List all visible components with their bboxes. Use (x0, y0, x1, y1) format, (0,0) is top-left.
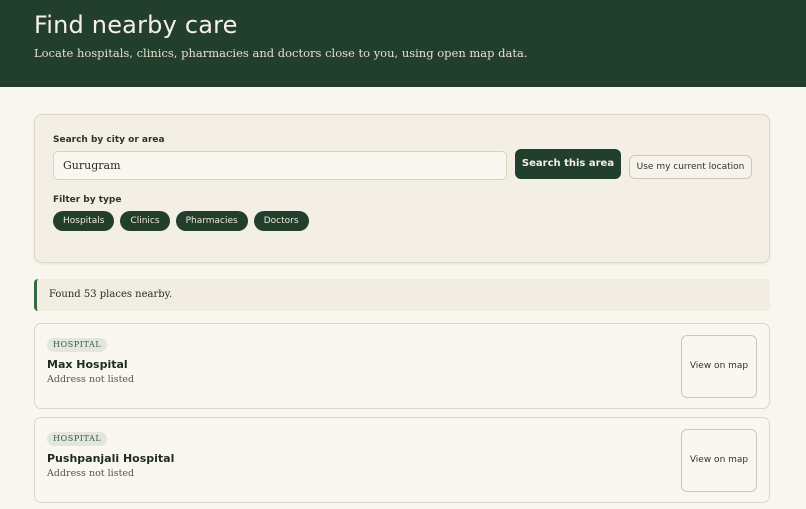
type-badge: HOSPITAL (47, 432, 108, 446)
filter-chips: Hospitals Clinics Pharmacies Doctors (53, 211, 309, 231)
search-label: Search by city or area (53, 135, 165, 145)
results-summary: Found 53 places nearby. (34, 279, 770, 311)
place-name: Pushpanjali Hospital (47, 452, 175, 465)
search-input[interactable]: Gurugram (53, 151, 507, 180)
filter-chip-clinics[interactable]: Clinics (120, 211, 170, 231)
current-location-button[interactable]: Use my current location (629, 155, 752, 179)
view-on-map-button[interactable]: View on map (681, 335, 757, 398)
result-card: HOSPITAL Pushpanjali Hospital Address no… (34, 417, 770, 503)
type-badge: HOSPITAL (47, 338, 108, 352)
filter-label: Filter by type (53, 195, 122, 205)
place-address: Address not listed (47, 468, 135, 479)
filter-chip-doctors[interactable]: Doctors (253, 211, 309, 231)
page-header: Find nearby care Locate hospitals, clini… (0, 0, 806, 87)
search-area-button[interactable]: Search this area (515, 149, 621, 179)
view-on-map-button[interactable]: View on map (681, 429, 757, 492)
search-panel: Search by city or area Gurugram Search t… (34, 114, 770, 263)
result-card: HOSPITAL Max Hospital Address not listed… (34, 323, 770, 409)
place-name: Max Hospital (47, 358, 128, 371)
page-subtitle: Locate hospitals, clinics, pharmacies an… (34, 46, 528, 60)
filter-chip-hospitals[interactable]: Hospitals (53, 211, 115, 231)
page-title: Find nearby care (34, 11, 238, 39)
filter-chip-pharmacies[interactable]: Pharmacies (175, 211, 248, 231)
place-address: Address not listed (47, 374, 135, 385)
